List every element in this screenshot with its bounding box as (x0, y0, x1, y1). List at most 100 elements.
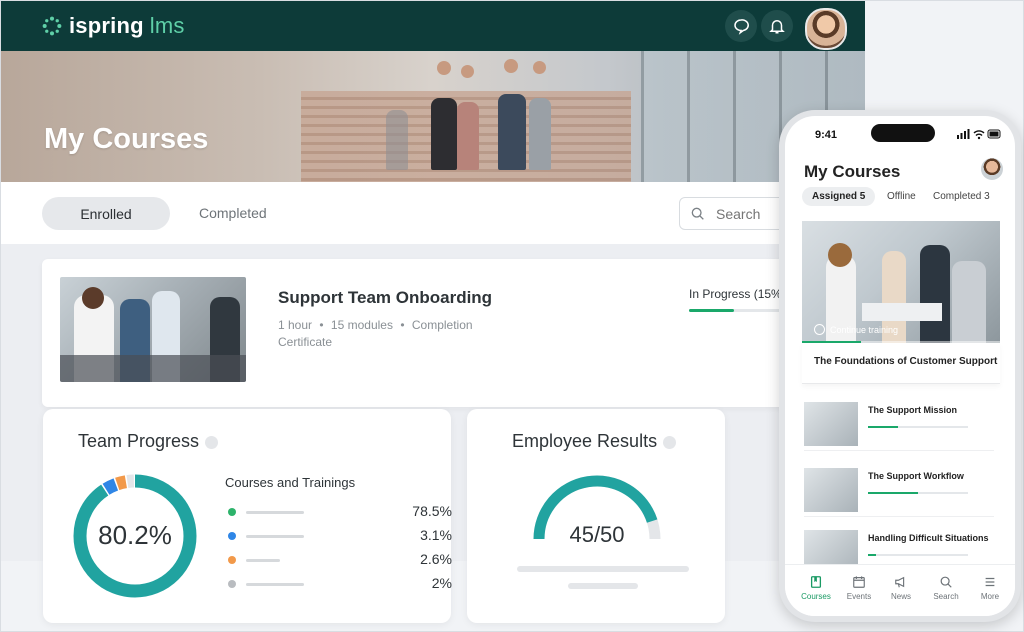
hero-person (431, 98, 457, 170)
list-item-progress (868, 426, 968, 428)
page-title: My Courses (44, 123, 209, 155)
course-progress-fill (689, 309, 734, 312)
menu-icon (985, 577, 995, 587)
course-status: In Progress (15%) (689, 287, 786, 301)
employee-results-title: Employee Results (512, 431, 658, 451)
bell-icon (769, 20, 785, 34)
nav-more-label: More (980, 592, 1000, 601)
play-icon (814, 324, 825, 335)
logo[interactable]: ispring lms (41, 13, 185, 39)
employee-results-gauge: 45/50 (533, 475, 661, 547)
phone-avatar[interactable] (981, 158, 1003, 180)
hero-person (457, 102, 479, 170)
team-progress-card: Team Progress 80.2% Courses and Training… (43, 409, 452, 623)
info-icon[interactable] (205, 435, 219, 449)
chat-bubble-icon (734, 19, 749, 35)
hero-person (529, 98, 551, 170)
course-card[interactable]: Support Team Onboarding 1 hour • 15 modu… (42, 259, 865, 407)
legend-row: 3.1% (228, 527, 452, 543)
employee-results-value: 45/50 (569, 522, 624, 547)
logo-suffix: lms (149, 13, 185, 38)
placeholder-line (568, 583, 638, 589)
list-item-progress-fill (868, 554, 876, 556)
nav-courses[interactable]: Courses (793, 575, 839, 601)
hero-person (386, 110, 408, 170)
legend-row: 2% (228, 575, 452, 591)
legend-row: 2.6% (228, 551, 452, 567)
list-item-progress (868, 492, 968, 494)
legend-row: 78.5% (228, 503, 452, 519)
list-item-title: The Support Workflow (868, 471, 964, 481)
nav-news-label: News (890, 592, 911, 601)
list-item-progress-fill (868, 426, 898, 428)
legend-value: 2.6% (420, 551, 452, 567)
legend-value: 78.5% (412, 503, 452, 519)
course-modules: 15 modules (330, 318, 393, 332)
phone-notch (871, 124, 935, 142)
legend-value: 2% (431, 575, 452, 591)
continue-training-label: Continue training (830, 324, 899, 335)
course-thumbnail (60, 277, 246, 382)
hero-banner: My Courses (1, 51, 865, 182)
course-title[interactable]: Support Team Onboarding (278, 288, 492, 308)
hero-person (498, 94, 526, 170)
team-progress-title-wrap: Team Progress (78, 431, 219, 452)
phone-list-item[interactable]: The Support Mission (804, 402, 994, 451)
phone-tab-assigned[interactable]: Assigned 5 (802, 187, 876, 206)
phone-tab-completed[interactable]: Completed 3 (933, 191, 990, 202)
course-meta: 1 hour • 15 modules • Completion Certifi… (278, 318, 473, 349)
search-icon (691, 207, 704, 220)
tab-enrolled[interactable]: Enrolled (42, 197, 170, 230)
chat-button[interactable] (725, 10, 757, 42)
phone-tab-offline[interactable]: Offline (887, 191, 916, 202)
hero-person-head (437, 61, 451, 75)
list-item-thumbnail (804, 468, 858, 512)
legend-line (246, 511, 304, 514)
tab-completed[interactable]: Completed (199, 205, 267, 221)
hero-person-head (504, 59, 518, 73)
featured-course-caption[interactable]: The Foundations of Customer Support (802, 343, 1000, 384)
legend-dot (228, 556, 236, 564)
phone-list-item[interactable]: The Support Workflow (804, 468, 994, 517)
team-progress-donut: 80.2% (73, 474, 197, 598)
phone-mockup: 9:41 My Courses Assigned 5 Offline Compl… (779, 110, 1021, 622)
search-icon (940, 576, 952, 588)
course-progress-bar (689, 309, 789, 312)
phone-screen: 9:41 My Courses Assigned 5 Offline Compl… (785, 116, 1015, 616)
top-bar: ispring lms (1, 1, 865, 51)
nav-news[interactable]: News (878, 575, 924, 601)
phone-status-icons (957, 129, 1001, 140)
legend-dot (228, 532, 236, 540)
list-item-progress-fill (868, 492, 918, 494)
ispring-logo-icon (42, 16, 62, 36)
info-icon[interactable] (663, 435, 677, 449)
placeholder-line (517, 566, 689, 572)
phone-time: 9:41 (815, 129, 838, 141)
phone-bottom-nav: Courses Events News Search More (785, 564, 1015, 616)
hero-person-head (461, 65, 474, 78)
nav-more[interactable]: More (967, 575, 1013, 601)
legend-title: Courses and Trainings (225, 475, 356, 490)
nav-courses-label: Courses (801, 592, 831, 601)
nav-events-label: Events (846, 592, 872, 601)
legend-dot (228, 508, 236, 516)
nav-events[interactable]: Events (836, 575, 882, 601)
continue-training-link[interactable]: Continue training (814, 324, 898, 335)
list-item-progress (868, 554, 968, 556)
course-duration: 1 hour (278, 318, 313, 332)
phone-featured-course[interactable]: Continue training (802, 221, 1000, 343)
logo-text: ispring (69, 13, 144, 38)
team-progress-title: Team Progress (78, 431, 200, 451)
employee-results-title-wrap: Employee Results (512, 431, 677, 452)
employee-results-card: Employee Results 45/50 (467, 409, 725, 623)
legend-line (246, 559, 280, 562)
user-avatar[interactable] (805, 8, 847, 50)
megaphone-icon (895, 576, 905, 588)
legend-value: 3.1% (420, 527, 452, 543)
hero-person-head (533, 61, 546, 74)
list-item-title: Handling Difficult Situations (868, 533, 989, 543)
nav-search[interactable]: Search (923, 575, 969, 601)
list-item-thumbnail (804, 402, 858, 446)
notifications-button[interactable] (761, 10, 793, 42)
team-progress-value: 80.2% (98, 520, 172, 550)
